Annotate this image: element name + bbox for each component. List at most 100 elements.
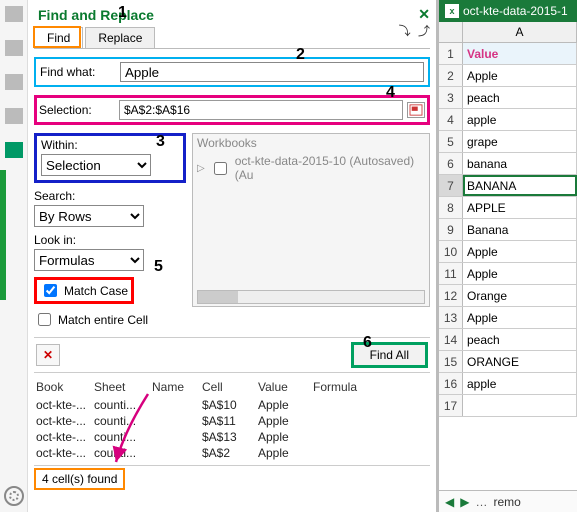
cell[interactable]: Apple xyxy=(463,65,577,86)
col-cell[interactable]: Cell xyxy=(200,379,256,395)
grid-row: 4apple xyxy=(439,109,577,131)
cell[interactable]: Apple xyxy=(463,241,577,262)
row-header[interactable]: 5 xyxy=(439,131,463,152)
row-header[interactable]: 10 xyxy=(439,241,463,262)
cell[interactable]: Apple xyxy=(463,263,577,284)
grid-row: 15ORANGE xyxy=(439,351,577,373)
selection-label: Selection: xyxy=(39,103,119,117)
row-header[interactable]: 6 xyxy=(439,153,463,174)
cell[interactable]: grape xyxy=(463,131,577,152)
range-picker-icon[interactable] xyxy=(407,102,425,118)
gear-icon[interactable] xyxy=(4,486,24,506)
cell[interactable]: banana xyxy=(463,153,577,174)
results-table: Book Sheet Name Cell Value Formula oct-k… xyxy=(34,377,430,461)
lookin-label: Look in: xyxy=(34,233,186,247)
grid-row: 14peach xyxy=(439,329,577,351)
row-header[interactable]: 14 xyxy=(439,329,463,350)
cell[interactable]: BANANA xyxy=(463,175,577,196)
match-entire-checkbox[interactable] xyxy=(38,313,51,326)
grid-row: 13Apple xyxy=(439,307,577,329)
row-header[interactable]: 8 xyxy=(439,197,463,218)
grid-row: 1Value xyxy=(439,43,577,65)
row-header[interactable]: 3 xyxy=(439,87,463,108)
tab-replace[interactable]: Replace xyxy=(85,27,155,48)
grid-row: 6banana xyxy=(439,153,577,175)
col-book[interactable]: Book xyxy=(34,379,92,395)
status-text: 4 cell(s) found xyxy=(34,468,125,490)
nav-next-icon[interactable]: ▶ xyxy=(460,495,469,509)
rail-icon[interactable] xyxy=(5,108,23,124)
col-value[interactable]: Value xyxy=(256,379,311,395)
h-scrollbar[interactable] xyxy=(197,290,425,304)
row-header[interactable]: 17 xyxy=(439,395,463,416)
grid-row: 2Apple xyxy=(439,65,577,87)
cell[interactable]: APPLE xyxy=(463,197,577,218)
excel-icon: x xyxy=(445,4,459,18)
find-what-input[interactable] xyxy=(120,62,424,82)
grid-row: 17 xyxy=(439,395,577,417)
rail-icon[interactable] xyxy=(5,6,23,22)
within-select[interactable]: Selection xyxy=(41,154,151,176)
callout-num-4: 4 xyxy=(386,84,395,102)
workbooks-header: Workbooks xyxy=(197,136,425,150)
cell[interactable]: peach xyxy=(463,329,577,350)
cell[interactable]: apple xyxy=(463,109,577,130)
results-header: Book Sheet Name Cell Value Formula xyxy=(34,377,430,397)
cell[interactable]: Orange xyxy=(463,285,577,306)
col-name[interactable]: Name xyxy=(150,379,200,395)
row-header[interactable]: 11 xyxy=(439,263,463,284)
file-name: oct-kte-data-2015-1 xyxy=(463,4,568,18)
col-header-a[interactable]: A xyxy=(463,22,577,42)
row-header[interactable]: 4 xyxy=(439,109,463,130)
grid-row: 8APPLE xyxy=(439,197,577,219)
row-header[interactable]: 9 xyxy=(439,219,463,240)
select-all-corner[interactable] xyxy=(439,22,463,42)
result-row[interactable]: oct-kte-...counti...$A$13Apple xyxy=(34,429,430,445)
match-case-checkbox[interactable] xyxy=(44,284,57,297)
nav-prev-icon[interactable]: ◀ xyxy=(445,495,454,509)
cell[interactable]: apple xyxy=(463,373,577,394)
nav-pane-icon[interactable] xyxy=(5,142,23,158)
row-header[interactable]: 13 xyxy=(439,307,463,328)
callout-num-5: 5 xyxy=(154,258,163,276)
close-icon[interactable]: ✕ xyxy=(418,6,430,23)
row-header[interactable]: 2 xyxy=(439,65,463,86)
workbook-item[interactable]: ▷ oct-kte-data-2015-10 (Autosaved) (Au xyxy=(197,154,425,182)
match-case-label: Match Case xyxy=(64,284,128,298)
cell[interactable] xyxy=(463,395,577,416)
workbook-checkbox[interactable] xyxy=(214,162,227,175)
rail-icon[interactable] xyxy=(5,74,23,90)
result-row[interactable]: oct-kte-...counti...$A$2Apple xyxy=(34,445,430,461)
match-case-box: Match Case xyxy=(34,277,134,304)
workbooks-tree: Workbooks ▷ oct-kte-data-2015-10 (Autosa… xyxy=(192,133,430,307)
row-header[interactable]: 15 xyxy=(439,351,463,372)
selection-value[interactable]: $A$2:$A$16 xyxy=(124,103,190,117)
row-header[interactable]: 1 xyxy=(439,43,463,64)
sheet-nav: ◀ ▶ … remo xyxy=(439,490,577,512)
row-header[interactable]: 12 xyxy=(439,285,463,306)
cell[interactable]: ORANGE xyxy=(463,351,577,372)
row-header[interactable]: 7 xyxy=(439,175,463,196)
file-tab[interactable]: x oct-kte-data-2015-1 xyxy=(439,0,577,22)
sheet-tab[interactable]: remo xyxy=(493,495,520,509)
expand-icon[interactable]: ▷ xyxy=(197,163,205,174)
cell[interactable]: Value xyxy=(463,43,577,64)
rail-icon[interactable] xyxy=(5,40,23,56)
grid-row: 9Banana xyxy=(439,219,577,241)
col-sheet[interactable]: Sheet xyxy=(92,379,150,395)
delete-button[interactable]: ✕ xyxy=(36,344,60,366)
cell[interactable]: Banana xyxy=(463,219,577,240)
col-formula[interactable]: Formula xyxy=(311,379,381,395)
cell[interactable]: Apple xyxy=(463,307,577,328)
callout-num-6: 6 xyxy=(363,334,372,352)
selection-box: Selection: $A$2:$A$16 xyxy=(34,95,430,125)
result-row[interactable]: oct-kte-...counti...$A$10Apple xyxy=(34,397,430,413)
result-row[interactable]: oct-kte-...counti...$A$11Apple xyxy=(34,413,430,429)
cell[interactable]: peach xyxy=(463,87,577,108)
row-header[interactable]: 16 xyxy=(439,373,463,394)
tab-find[interactable]: Find xyxy=(34,27,83,48)
grid-row: 7BANANA xyxy=(439,175,577,197)
lookin-select[interactable]: Formulas xyxy=(34,249,144,271)
search-select[interactable]: By Rows xyxy=(34,205,144,227)
nav-more[interactable]: … xyxy=(475,495,487,509)
